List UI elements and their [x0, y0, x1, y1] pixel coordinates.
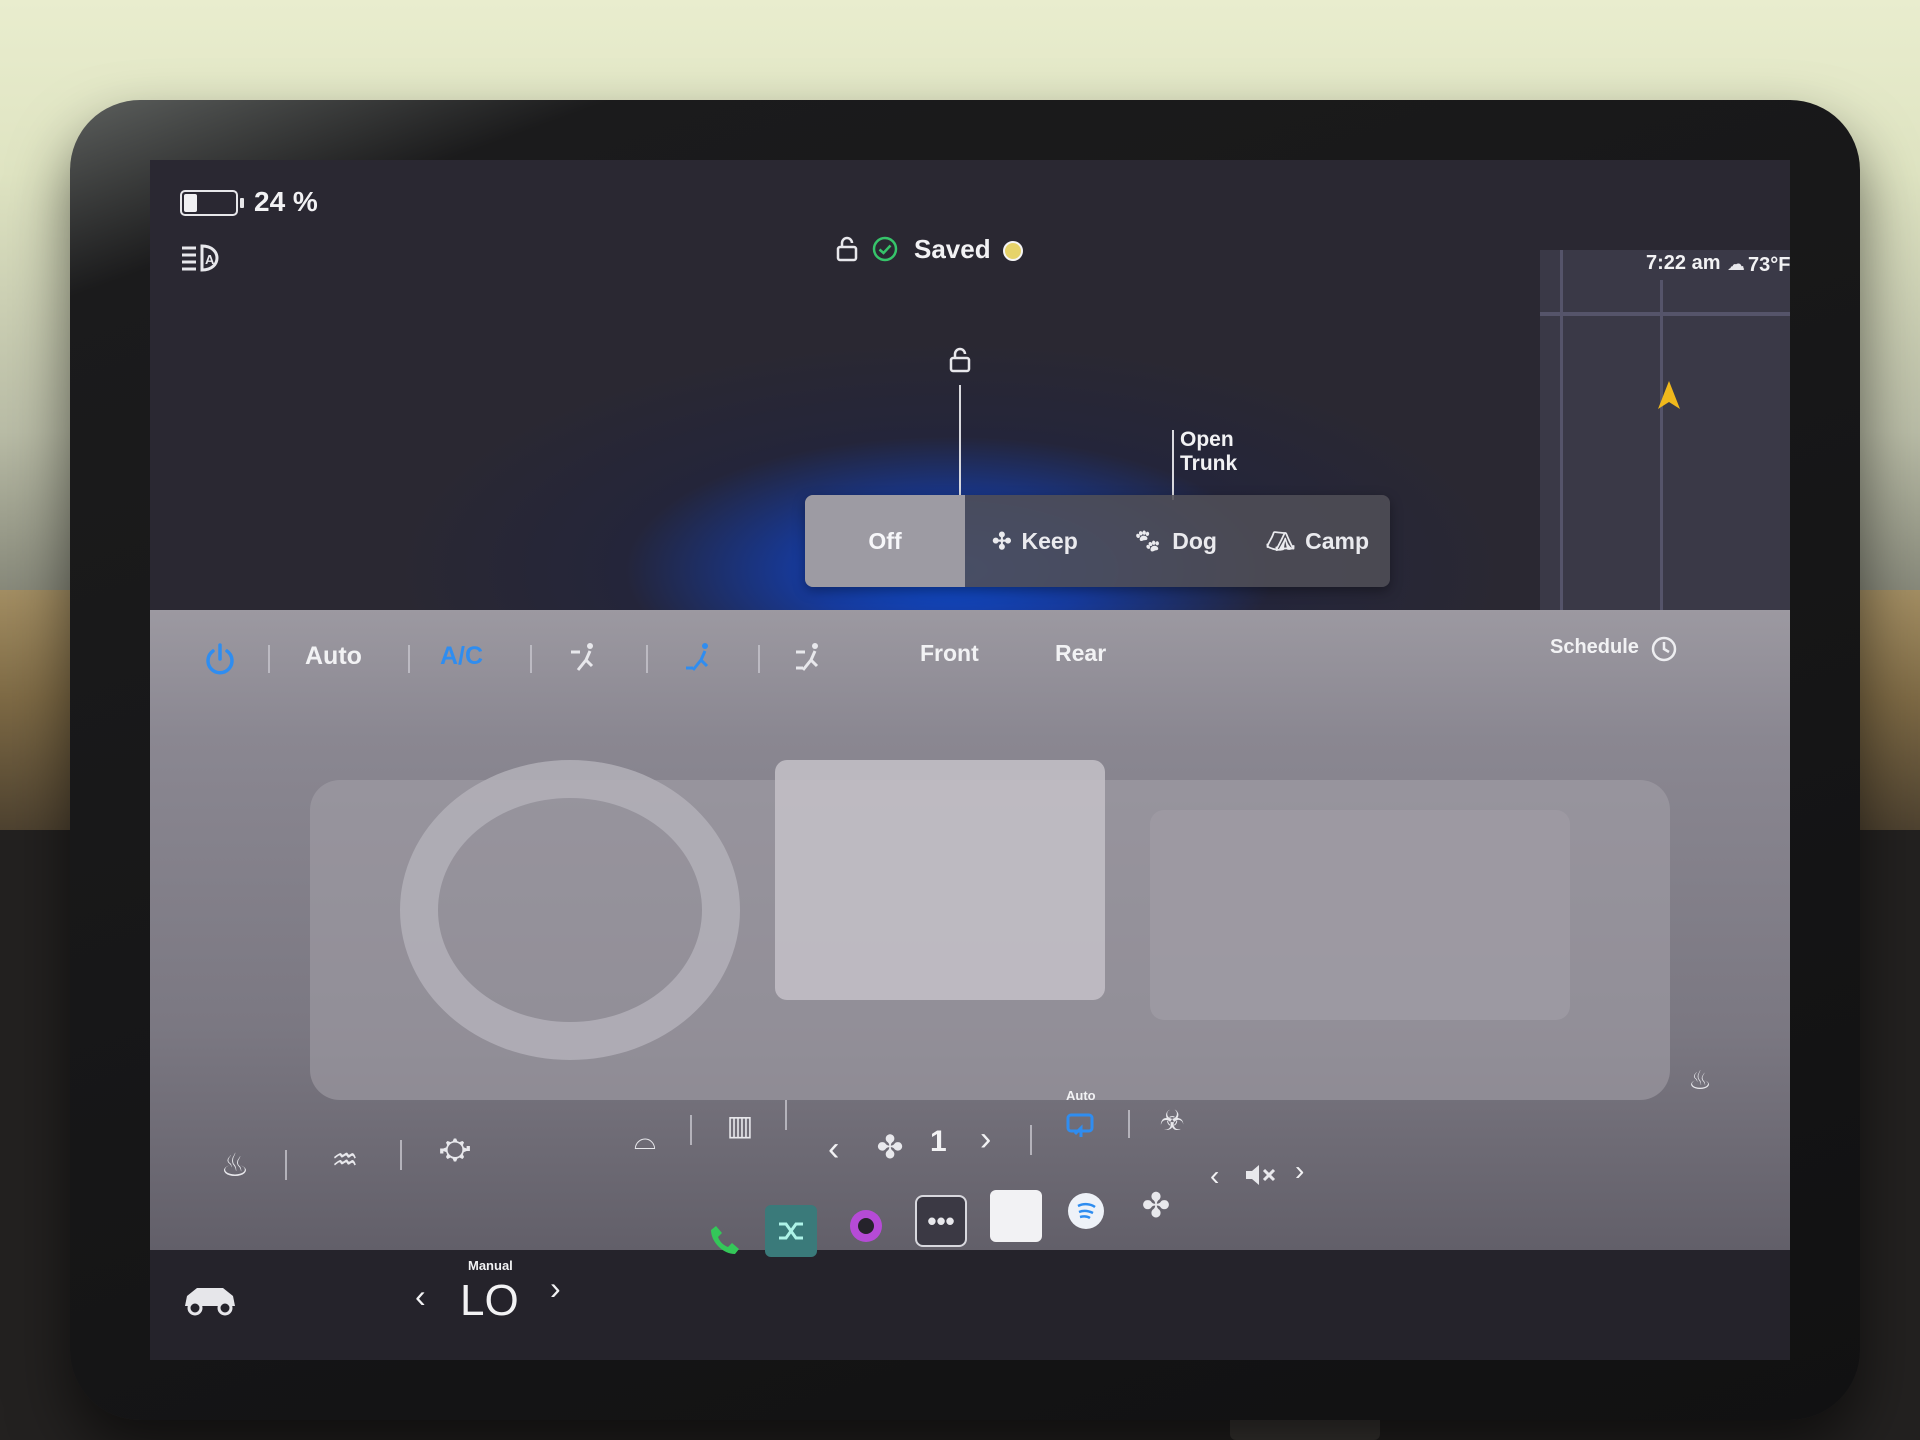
frunk-leader-line [959, 385, 961, 505]
more-icon[interactable]: ••• [915, 1195, 967, 1247]
ac-button[interactable]: A/C [440, 642, 483, 671]
mode-off-label: Off [868, 527, 902, 554]
camera-icon[interactable] [840, 1200, 892, 1252]
power-icon[interactable] [190, 630, 250, 690]
fan-decrease-button[interactable]: ‹ [828, 1130, 839, 1169]
temp-decrease-button[interactable]: ‹ [415, 1278, 426, 1315]
mute-icon[interactable] [1235, 1150, 1285, 1200]
battery-fill [184, 194, 197, 212]
climate-keeper-modes: Off ✣ Keep 🐾︎ Dog ⛺︎ Camp [805, 495, 1390, 587]
toolbar-divider [408, 645, 410, 673]
climate-panel: Auto A/C Front Rear Schedule ♨︎ ‹ ✤ 1 › … [150, 610, 1790, 1250]
battery-tip [240, 198, 244, 208]
airflow-feet-icon[interactable] [675, 632, 725, 682]
glovebox-render [1150, 810, 1570, 1020]
dock-divider [785, 1100, 787, 1130]
map-road [1540, 312, 1790, 316]
auto-button[interactable]: Auto [305, 642, 362, 671]
paw-icon: 🐾︎ [1133, 527, 1163, 554]
volume-up-button[interactable]: › [1295, 1155, 1304, 1187]
mode-keep-button[interactable]: ✣ Keep [965, 495, 1105, 587]
toolbar-divider [530, 645, 532, 673]
center-display-render [775, 760, 1105, 1000]
bioweapon-icon[interactable]: ☣︎ [1152, 1100, 1192, 1140]
airflow-face-feet-icon[interactable] [785, 632, 835, 682]
temp-mode-label: Manual [468, 1258, 513, 1273]
rear-defrost-icon[interactable]: ♒︎ [320, 1135, 370, 1185]
lock-icon[interactable] [940, 340, 980, 380]
seat-heater-icon[interactable]: ♨︎ [210, 1140, 260, 1190]
map-road [1660, 280, 1663, 610]
fan-divider [1128, 1110, 1130, 1138]
temperature-value: LO [460, 1276, 519, 1325]
touchscreen: 24 % A Saved Open Trunk 7:22 am ☁ 73°F O… [150, 160, 1790, 1360]
clock-time: 7:22 am [1646, 252, 1721, 274]
steering-heat-icon[interactable]: ♨︎ [1680, 1060, 1720, 1100]
app-icon[interactable] [990, 1190, 1042, 1242]
recirc-icon[interactable] [1060, 1105, 1100, 1145]
dock-divider [690, 1115, 692, 1145]
airflow-face-icon[interactable] [560, 632, 610, 682]
phone-icon[interactable] [695, 1210, 755, 1270]
toolbar-divider [646, 645, 648, 673]
toolbar-divider [758, 645, 760, 673]
open-trunk-label[interactable]: Open Trunk [1180, 428, 1237, 476]
weather-icon: ☁ [1727, 253, 1745, 274]
dock-divider [285, 1150, 287, 1180]
open-trunk-line-1: Open [1180, 428, 1234, 451]
fan-speed: 1 [930, 1125, 947, 1158]
rear-defrost-tab[interactable]: Rear [1055, 640, 1106, 667]
mode-dog-label: Dog [1172, 527, 1217, 554]
steering-wheel-render [400, 760, 740, 1060]
navigate-icon[interactable] [1652, 376, 1686, 414]
spotify-icon[interactable] [1060, 1185, 1112, 1237]
fan-divider [1030, 1125, 1032, 1155]
sentry-status: Saved [914, 234, 991, 264]
front-defrost-icon[interactable]: ⌓ [620, 1115, 670, 1165]
check-icon [868, 232, 902, 266]
map-road [1560, 250, 1563, 610]
open-trunk-line-2: Trunk [1180, 452, 1238, 475]
screen-bezel: 24 % A Saved Open Trunk 7:22 am ☁ 73°F O… [70, 100, 1860, 1420]
battery-icon [180, 190, 238, 216]
volume-down-button[interactable]: ‹ [1210, 1160, 1219, 1192]
car-icon[interactable] [170, 1268, 250, 1328]
schedule-button[interactable]: Schedule [1550, 636, 1639, 659]
front-defrost-tab[interactable]: Front [920, 640, 979, 667]
fan-icon: ✣ [992, 527, 1012, 554]
mode-dog-button[interactable]: 🐾︎ Dog [1105, 495, 1245, 587]
clock-icon[interactable] [1645, 630, 1683, 668]
mode-keep-label: Keep [1021, 527, 1078, 554]
lock-icon[interactable] [830, 232, 864, 266]
car-view-panel: 24 % A Saved Open Trunk 7:22 am ☁ 73°F O… [150, 160, 1790, 610]
sentry-dot-icon[interactable] [998, 236, 1028, 266]
temp-increase-button[interactable]: › [550, 1270, 561, 1307]
tent-icon: ⛺︎ [1265, 527, 1296, 554]
recirc-auto-label: Auto [1066, 1088, 1096, 1103]
mode-camp-button[interactable]: ⛺︎ Camp [1245, 495, 1390, 587]
mode-off-button[interactable]: Off [805, 495, 965, 587]
fan-increase-button[interactable]: › [980, 1120, 991, 1159]
svg-text:A: A [205, 252, 215, 267]
map-view[interactable]: 7:22 am ☁ 73°F [1540, 250, 1790, 610]
bottom-dock: ‹ Manual LO › ♨︎ ♒︎ ⛮︎ ⌓ ▥ ••• ✤ ‹ › [150, 1100, 1790, 1360]
trunk-leader-line [1172, 430, 1174, 500]
toybox-icon[interactable]: ✤ [1130, 1180, 1182, 1232]
rear-defrost-icon[interactable]: ▥ [715, 1100, 765, 1150]
auto-headlights-icon[interactable]: A [178, 238, 228, 278]
wheel-heat-icon[interactable]: ⛮︎ [430, 1125, 480, 1175]
dock-divider [400, 1140, 402, 1170]
toolbar-divider [268, 645, 270, 673]
fan-icon: ✤ [876, 1129, 904, 1165]
battery-percent: 24 % [254, 186, 318, 217]
outside-temperature: 73°F [1748, 254, 1790, 276]
mode-camp-label: Camp [1305, 527, 1370, 554]
shuffle-icon[interactable] [765, 1205, 817, 1257]
